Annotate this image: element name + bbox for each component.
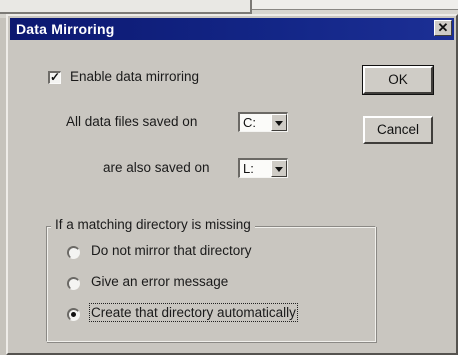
checkmark-icon: ✓: [50, 70, 61, 84]
enable-mirroring-checkbox[interactable]: ✓: [48, 70, 61, 84]
title-bar[interactable]: Data Mirroring ✕: [10, 18, 454, 40]
saved-on-drive-select[interactable]: C:: [238, 112, 288, 132]
radio-do-not-mirror[interactable]: [67, 246, 80, 259]
group-legend: If a matching directory is missing: [51, 217, 255, 232]
saved-on-label: All data files saved on: [66, 114, 198, 129]
data-mirroring-dialog: Data Mirroring ✕ ✓ Enable data mirroring…: [6, 14, 458, 355]
ok-button[interactable]: OK: [362, 65, 434, 95]
enable-mirroring-label[interactable]: Enable data mirroring: [70, 69, 199, 84]
also-saved-on-drive-select[interactable]: L:: [238, 158, 288, 178]
close-icon: ✕: [437, 20, 449, 35]
radio-do-not-mirror-label[interactable]: Do not mirror that directory: [91, 243, 252, 258]
missing-directory-group: If a matching directory is missing Do no…: [46, 217, 376, 342]
radio-error-message[interactable]: [67, 277, 80, 290]
chevron-down-icon: [275, 121, 283, 126]
also-saved-on-dropdown-button[interactable]: [271, 160, 287, 177]
radio-selected-dot: [71, 312, 76, 317]
saved-on-drive-value: C:: [243, 115, 256, 130]
dialog-title: Data Mirroring: [16, 21, 115, 37]
cancel-button[interactable]: Cancel: [363, 116, 433, 144]
radio-create-directory-label[interactable]: Create that directory automatically: [89, 303, 298, 322]
saved-on-dropdown-button[interactable]: [271, 114, 287, 131]
also-saved-on-label: are also saved on: [103, 160, 210, 175]
also-saved-on-drive-value: L:: [243, 161, 254, 176]
chevron-down-icon: [275, 167, 283, 172]
radio-error-message-label[interactable]: Give an error message: [91, 274, 228, 289]
radio-create-directory[interactable]: [67, 308, 80, 321]
background-window-bar: [252, 0, 458, 10]
background-window-frame: [0, 0, 252, 14]
close-button[interactable]: ✕: [434, 20, 452, 36]
